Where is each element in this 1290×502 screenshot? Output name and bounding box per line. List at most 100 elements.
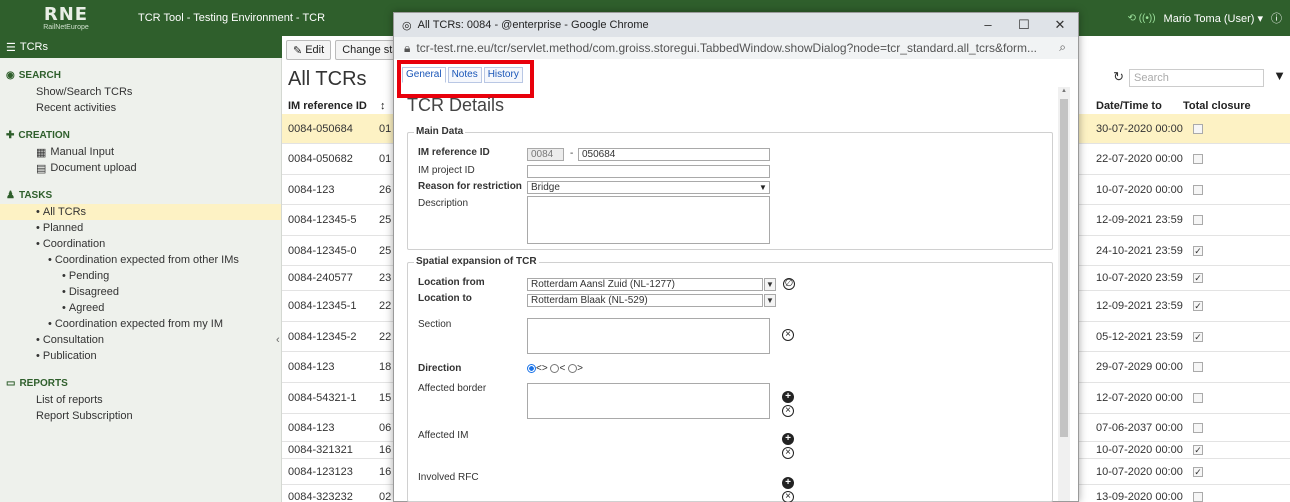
- add-im-icon[interactable]: +: [782, 433, 794, 445]
- total-closure-checkbox[interactable]: [1193, 492, 1203, 502]
- column-header-im-reference[interactable]: IM reference ID: [288, 100, 367, 112]
- sidebar-item-show-search[interactable]: Show/Search TCRs: [0, 84, 281, 100]
- column-header-total-closure[interactable]: Total closure: [1183, 100, 1251, 112]
- sidebar-collapse-arrow[interactable]: ‹: [276, 334, 280, 346]
- coord-other-ims-label: Coordination expected from other IMs: [54, 254, 239, 266]
- remove-border-icon[interactable]: ×: [782, 405, 794, 417]
- remove-rfc-icon[interactable]: ×: [782, 491, 794, 502]
- sidebar-item-pending[interactable]: • Pending: [0, 268, 281, 284]
- total-closure-checkbox[interactable]: [1193, 422, 1203, 433]
- cell-im-ref: 0084-12345-1: [288, 300, 357, 312]
- zoom-icon[interactable]: ⌕: [1059, 40, 1066, 55]
- cell-im-ref: 0084-12345-0: [288, 244, 357, 257]
- column-header-date-to[interactable]: Date/Time to: [1096, 100, 1162, 112]
- total-closure-checkbox[interactable]: ✓: [1193, 301, 1203, 311]
- cell-col2: 25: [379, 244, 392, 257]
- sidebar-item-coordination[interactable]: • Coordination: [0, 236, 281, 252]
- page-title: All TCRs: [288, 68, 367, 90]
- total-closure-checkbox[interactable]: ✓: [1193, 245, 1203, 256]
- location-from-field[interactable]: Rotterdam Aansl Zuid (NL-1277): [527, 278, 763, 291]
- im-project-label: IM project ID: [418, 165, 475, 176]
- cell-im-ref: 0084-12345-2: [288, 330, 357, 343]
- im-ref-field[interactable]: 050684: [578, 148, 770, 161]
- minimize-icon[interactable]: –: [970, 13, 1006, 37]
- reports-section-header: ▭ REPORTS: [0, 374, 281, 392]
- annotation-highlight-box: [397, 60, 534, 98]
- direction-forward-radio[interactable]: [568, 363, 578, 373]
- sidebar-item-report-subscription[interactable]: Report Subscription: [0, 408, 281, 424]
- dialog-heading: TCR Details: [407, 95, 505, 115]
- tcrs-menu-bar[interactable]: ☰ TCRs: [0, 36, 282, 58]
- location-from-dropdown[interactable]: ▼: [764, 278, 776, 291]
- maximize-icon[interactable]: ☐: [1006, 13, 1042, 37]
- cell-date-to: 13-09-2020 00:00: [1096, 491, 1183, 502]
- location-to-dropdown[interactable]: ▼: [764, 294, 776, 307]
- search-input[interactable]: Search: [1129, 69, 1264, 87]
- close-icon[interactable]: ✕: [1042, 13, 1078, 37]
- cell-im-ref: 0084-321321: [288, 444, 353, 456]
- globe-icon[interactable]: ∅: [783, 278, 795, 290]
- remove-section-icon[interactable]: ×: [782, 329, 794, 341]
- address-bar[interactable]: 🔒︎ tcr-test.rne.eu/tcr/servlet.method/co…: [394, 37, 1078, 59]
- total-closure-checkbox[interactable]: [1193, 393, 1203, 403]
- sidebar-item-all-tcrs[interactable]: • All TCRs: [0, 204, 281, 220]
- direction-both-radio[interactable]: [527, 363, 536, 373]
- sidebar-item-consultation[interactable]: • Consultation: [0, 332, 281, 348]
- direction-options: <> < >: [527, 363, 583, 374]
- total-closure-checkbox[interactable]: ✓: [1193, 331, 1203, 342]
- add-border-icon[interactable]: +: [782, 391, 794, 403]
- sidebar-item-list-of-reports[interactable]: List of reports: [0, 392, 281, 408]
- sidebar-item-agreed[interactable]: • Agreed: [0, 300, 281, 316]
- direction-forward-label: >: [577, 363, 583, 374]
- total-closure-checkbox[interactable]: ✓: [1193, 445, 1203, 455]
- creation-section-title: CREATION: [18, 129, 70, 141]
- scroll-up-icon[interactable]: ▲: [1061, 88, 1067, 94]
- sidebar-item-publication[interactable]: • Publication: [0, 348, 281, 364]
- affected-border-list[interactable]: [527, 383, 770, 419]
- cell-im-ref: 0084-123: [288, 183, 335, 196]
- total-closure-checkbox[interactable]: [1193, 362, 1203, 372]
- user-menu[interactable]: Mario Toma (User) ▾: [1164, 12, 1263, 25]
- sort-icon[interactable]: ↕: [380, 100, 386, 112]
- cell-date-to: 12-07-2020 00:00: [1096, 392, 1183, 404]
- involved-rfc-label: Involved RFC: [418, 472, 479, 483]
- total-closure-checkbox[interactable]: [1193, 215, 1203, 225]
- user-icon: ♟: [6, 189, 15, 201]
- im-project-field[interactable]: [527, 165, 770, 178]
- pending-label: Pending: [68, 270, 110, 282]
- sidebar-item-manual-input[interactable]: ▦ Manual Input: [0, 144, 281, 160]
- scroll-thumb[interactable]: [1060, 99, 1068, 437]
- location-to-field[interactable]: Rotterdam Blaak (NL-529): [527, 294, 763, 307]
- cell-col2: 15: [379, 392, 392, 404]
- filter-icon[interactable]: ▼: [1273, 68, 1286, 83]
- total-closure-checkbox[interactable]: [1193, 184, 1203, 195]
- edit-button[interactable]: ✎ Edit: [286, 40, 332, 60]
- remove-im-icon[interactable]: ×: [782, 447, 794, 459]
- total-closure-checkbox[interactable]: [1193, 154, 1203, 164]
- url-text: tcr-test.rne.eu/tcr/servlet.method/com.g…: [416, 41, 1038, 55]
- reason-select[interactable]: Bridge ▼: [527, 181, 770, 194]
- cell-date-to: 12-09-2021 23:59: [1096, 300, 1183, 312]
- document-upload-label: Document upload: [50, 162, 137, 174]
- sidebar-item-document-upload[interactable]: ▤ Document upload: [0, 160, 281, 176]
- sidebar-item-planned[interactable]: • Planned: [0, 220, 281, 236]
- chrome-icon: ◎: [402, 19, 412, 32]
- add-rfc-icon[interactable]: +: [782, 477, 794, 489]
- direction-both-label: <>: [536, 363, 548, 374]
- sidebar-item-disagreed[interactable]: • Disagreed: [0, 284, 281, 300]
- sidebar-item-coord-my-im[interactable]: • Coordination expected from my IM: [0, 316, 281, 332]
- total-closure-checkbox[interactable]: ✓: [1193, 466, 1203, 477]
- total-closure-checkbox[interactable]: [1193, 123, 1203, 134]
- sidebar-item-recent[interactable]: Recent activities: [0, 100, 281, 116]
- sidebar-item-coord-other-ims[interactable]: • Coordination expected from other IMs: [0, 252, 281, 268]
- section-list[interactable]: [527, 318, 770, 354]
- help-icon[interactable]: ⓘ: [1271, 10, 1282, 26]
- description-textarea[interactable]: [527, 196, 770, 244]
- refresh-icon[interactable]: ↻: [1113, 69, 1124, 85]
- cell-col2: 02: [379, 491, 392, 502]
- total-closure-checkbox[interactable]: ✓: [1193, 273, 1203, 283]
- sidebar: ◉ SEARCH Show/Search TCRs Recent activiti…: [0, 58, 282, 502]
- cell-im-ref: 0084-240577: [288, 272, 353, 284]
- cell-col2: 06: [379, 421, 392, 434]
- dialog-scrollbar[interactable]: ▲: [1058, 87, 1070, 501]
